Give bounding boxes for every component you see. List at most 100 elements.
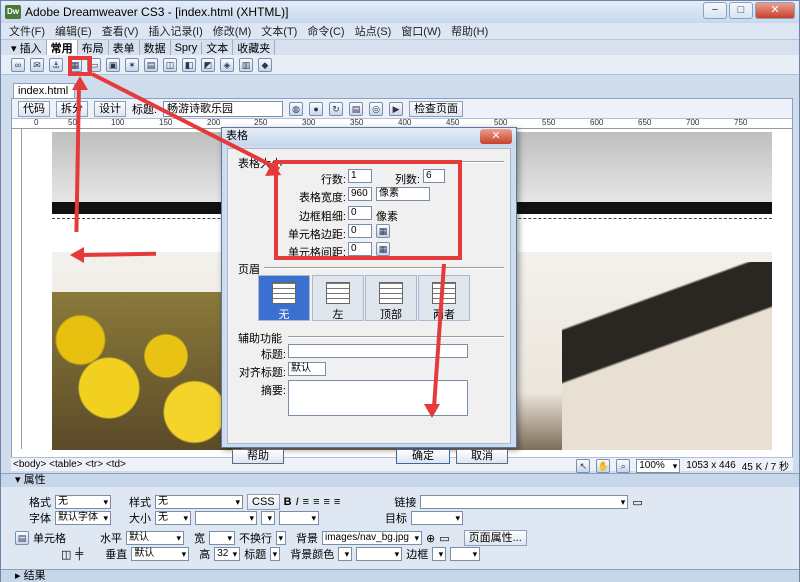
vert-select[interactable]: 默认 <box>131 547 190 561</box>
menu-commands[interactable]: 命令(C) <box>307 23 344 39</box>
target-select[interactable] <box>411 511 463 525</box>
header-none-option[interactable]: 无 <box>258 275 310 321</box>
dialog-title: 表格 <box>222 128 516 146</box>
page-properties-button[interactable]: 页面属性... <box>463 530 527 546</box>
border-color-picker[interactable] <box>432 547 447 561</box>
menu-window[interactable]: 窗口(W) <box>401 23 441 39</box>
dialog-close-button[interactable]: ✕ <box>480 129 512 144</box>
menu-modify[interactable]: 修改(M) <box>213 23 252 39</box>
server-include-icon[interactable]: ◫ <box>163 57 177 72</box>
script-icon[interactable]: ◈ <box>220 57 234 72</box>
tab-common[interactable]: 常用 <box>46 39 78 56</box>
minimize-button[interactable]: − <box>703 2 727 19</box>
bgcolor-picker[interactable] <box>338 547 353 561</box>
size-select[interactable]: 无 <box>155 511 191 525</box>
caption-input[interactable] <box>288 344 468 358</box>
tab-forms[interactable]: 表单 <box>109 39 140 56</box>
date-icon[interactable]: ▤ <box>144 57 158 72</box>
refresh-icon[interactable]: ↻ <box>329 101 344 116</box>
header-left-option[interactable]: 左 <box>312 275 364 321</box>
align-center-icon[interactable]: ≡ <box>313 496 319 508</box>
text-color-picker[interactable] <box>261 511 275 525</box>
view-options-icon[interactable]: ▤ <box>349 101 364 116</box>
templates-icon[interactable]: ▥ <box>239 57 253 72</box>
size-label: 大小 <box>129 513 151 525</box>
zoom-select[interactable]: 100% <box>636 458 681 473</box>
pavilion-roof-image <box>562 262 772 450</box>
link-input[interactable] <box>420 495 629 509</box>
summary-textarea[interactable] <box>288 380 468 416</box>
menu-insert[interactable]: 插入记录(I) <box>148 23 202 39</box>
zoom-tool-icon[interactable]: ⌕ <box>616 458 631 473</box>
results-panel[interactable]: ▸ 结果 <box>1 569 799 582</box>
horz-select[interactable]: 默认 <box>126 531 184 545</box>
email-link-icon[interactable]: ✉ <box>30 57 44 72</box>
visual-aids-icon[interactable]: ◎ <box>369 101 384 116</box>
cancel-button[interactable]: 取消 <box>456 449 508 464</box>
tab-favorites[interactable]: 收藏夹 <box>233 39 276 56</box>
menu-file[interactable]: 文件(F) <box>9 23 45 39</box>
menu-edit[interactable]: 编辑(E) <box>55 23 92 39</box>
menu-view[interactable]: 查看(V) <box>102 23 139 39</box>
named-anchor-icon[interactable]: ⚓ <box>49 57 63 72</box>
maximize-button[interactable]: □ <box>729 2 753 19</box>
split-view-button[interactable]: 拆分 <box>56 100 88 117</box>
border-color-input[interactable] <box>450 547 481 561</box>
page-title-input[interactable]: 畅游诗歌乐园 <box>163 100 284 117</box>
tag-chooser-icon[interactable]: ◆ <box>258 57 272 72</box>
tab-layout[interactable]: 布局 <box>78 39 109 56</box>
nowrap-checkbox[interactable] <box>276 531 286 545</box>
ok-button[interactable]: 确定 <box>396 449 450 464</box>
check-page-button[interactable]: 检查页面 <box>409 100 464 117</box>
align-left-icon[interactable]: ≡ <box>303 496 309 508</box>
browse-folder-icon[interactable]: ▭ <box>439 532 449 545</box>
tab-data[interactable]: 数据 <box>140 39 171 56</box>
point-to-file-icon[interactable]: ⊕ <box>426 532 435 545</box>
text-color-input[interactable] <box>279 511 319 525</box>
document-tab[interactable]: index.html <box>13 83 75 99</box>
split-cell-icon[interactable]: ╪ <box>75 548 83 560</box>
justify-icon[interactable]: ≡ <box>334 496 340 508</box>
head-icon[interactable]: ◩ <box>201 57 215 72</box>
folder-icon[interactable]: ▭ <box>632 496 642 509</box>
merge-cells-icon[interactable]: ◫ <box>61 548 71 561</box>
validate-icon[interactable]: ▶ <box>389 101 404 116</box>
browser-check-icon[interactable]: ◍ <box>289 101 304 116</box>
ruler-label: 450 <box>446 119 460 127</box>
comment-icon[interactable]: ◧ <box>182 57 196 72</box>
italic-button[interactable]: I <box>296 496 299 508</box>
media-icon[interactable]: ✶ <box>125 57 139 72</box>
hyperlink-icon[interactable]: ∞ <box>11 57 25 72</box>
hand-tool-icon[interactable]: ✋ <box>596 458 611 473</box>
image-icon[interactable]: ▣ <box>106 57 120 72</box>
align-right-icon[interactable]: ≡ <box>323 496 329 508</box>
bgcolor-input[interactable] <box>356 547 403 561</box>
height-input[interactable]: 32 <box>214 547 241 561</box>
css-button[interactable]: CSS <box>247 494 280 510</box>
bg-input[interactable]: images/nav_bg.jpg <box>322 531 422 545</box>
properties-header[interactable]: ▾ 属性 <box>1 474 799 487</box>
header-checkbox[interactable] <box>270 547 281 561</box>
insert-panel-label[interactable]: ▾ 插入 <box>7 39 47 56</box>
header-top-option[interactable]: 顶部 <box>365 275 417 321</box>
tab-text[interactable]: 文本 <box>202 39 234 56</box>
select-tool-icon[interactable]: ↖ <box>576 458 591 473</box>
help-button[interactable]: 帮助 <box>232 449 284 464</box>
bold-button[interactable]: B <box>284 496 292 508</box>
preview-icon[interactable]: ● <box>309 101 324 116</box>
design-view-button[interactable]: 设计 <box>94 100 126 117</box>
format-select[interactable]: 无 <box>55 495 111 509</box>
tag-path[interactable]: <body> <table> <tr> <td> <box>13 459 126 470</box>
align-caption-select[interactable]: 默认 <box>288 362 326 376</box>
code-view-button[interactable]: 代码 <box>18 100 50 117</box>
tab-spry[interactable]: Spry <box>171 41 203 54</box>
width-input[interactable] <box>209 531 235 545</box>
window-size[interactable]: 1053 x 446 <box>686 460 736 471</box>
size-unit-select[interactable] <box>195 511 257 525</box>
menu-help[interactable]: 帮助(H) <box>451 23 488 39</box>
style-select[interactable]: 无 <box>155 495 243 509</box>
font-select[interactable]: 默认字体 <box>55 511 111 525</box>
close-button[interactable]: ✕ <box>755 2 795 19</box>
menu-site[interactable]: 站点(S) <box>355 23 392 39</box>
menu-text[interactable]: 文本(T) <box>261 23 297 39</box>
